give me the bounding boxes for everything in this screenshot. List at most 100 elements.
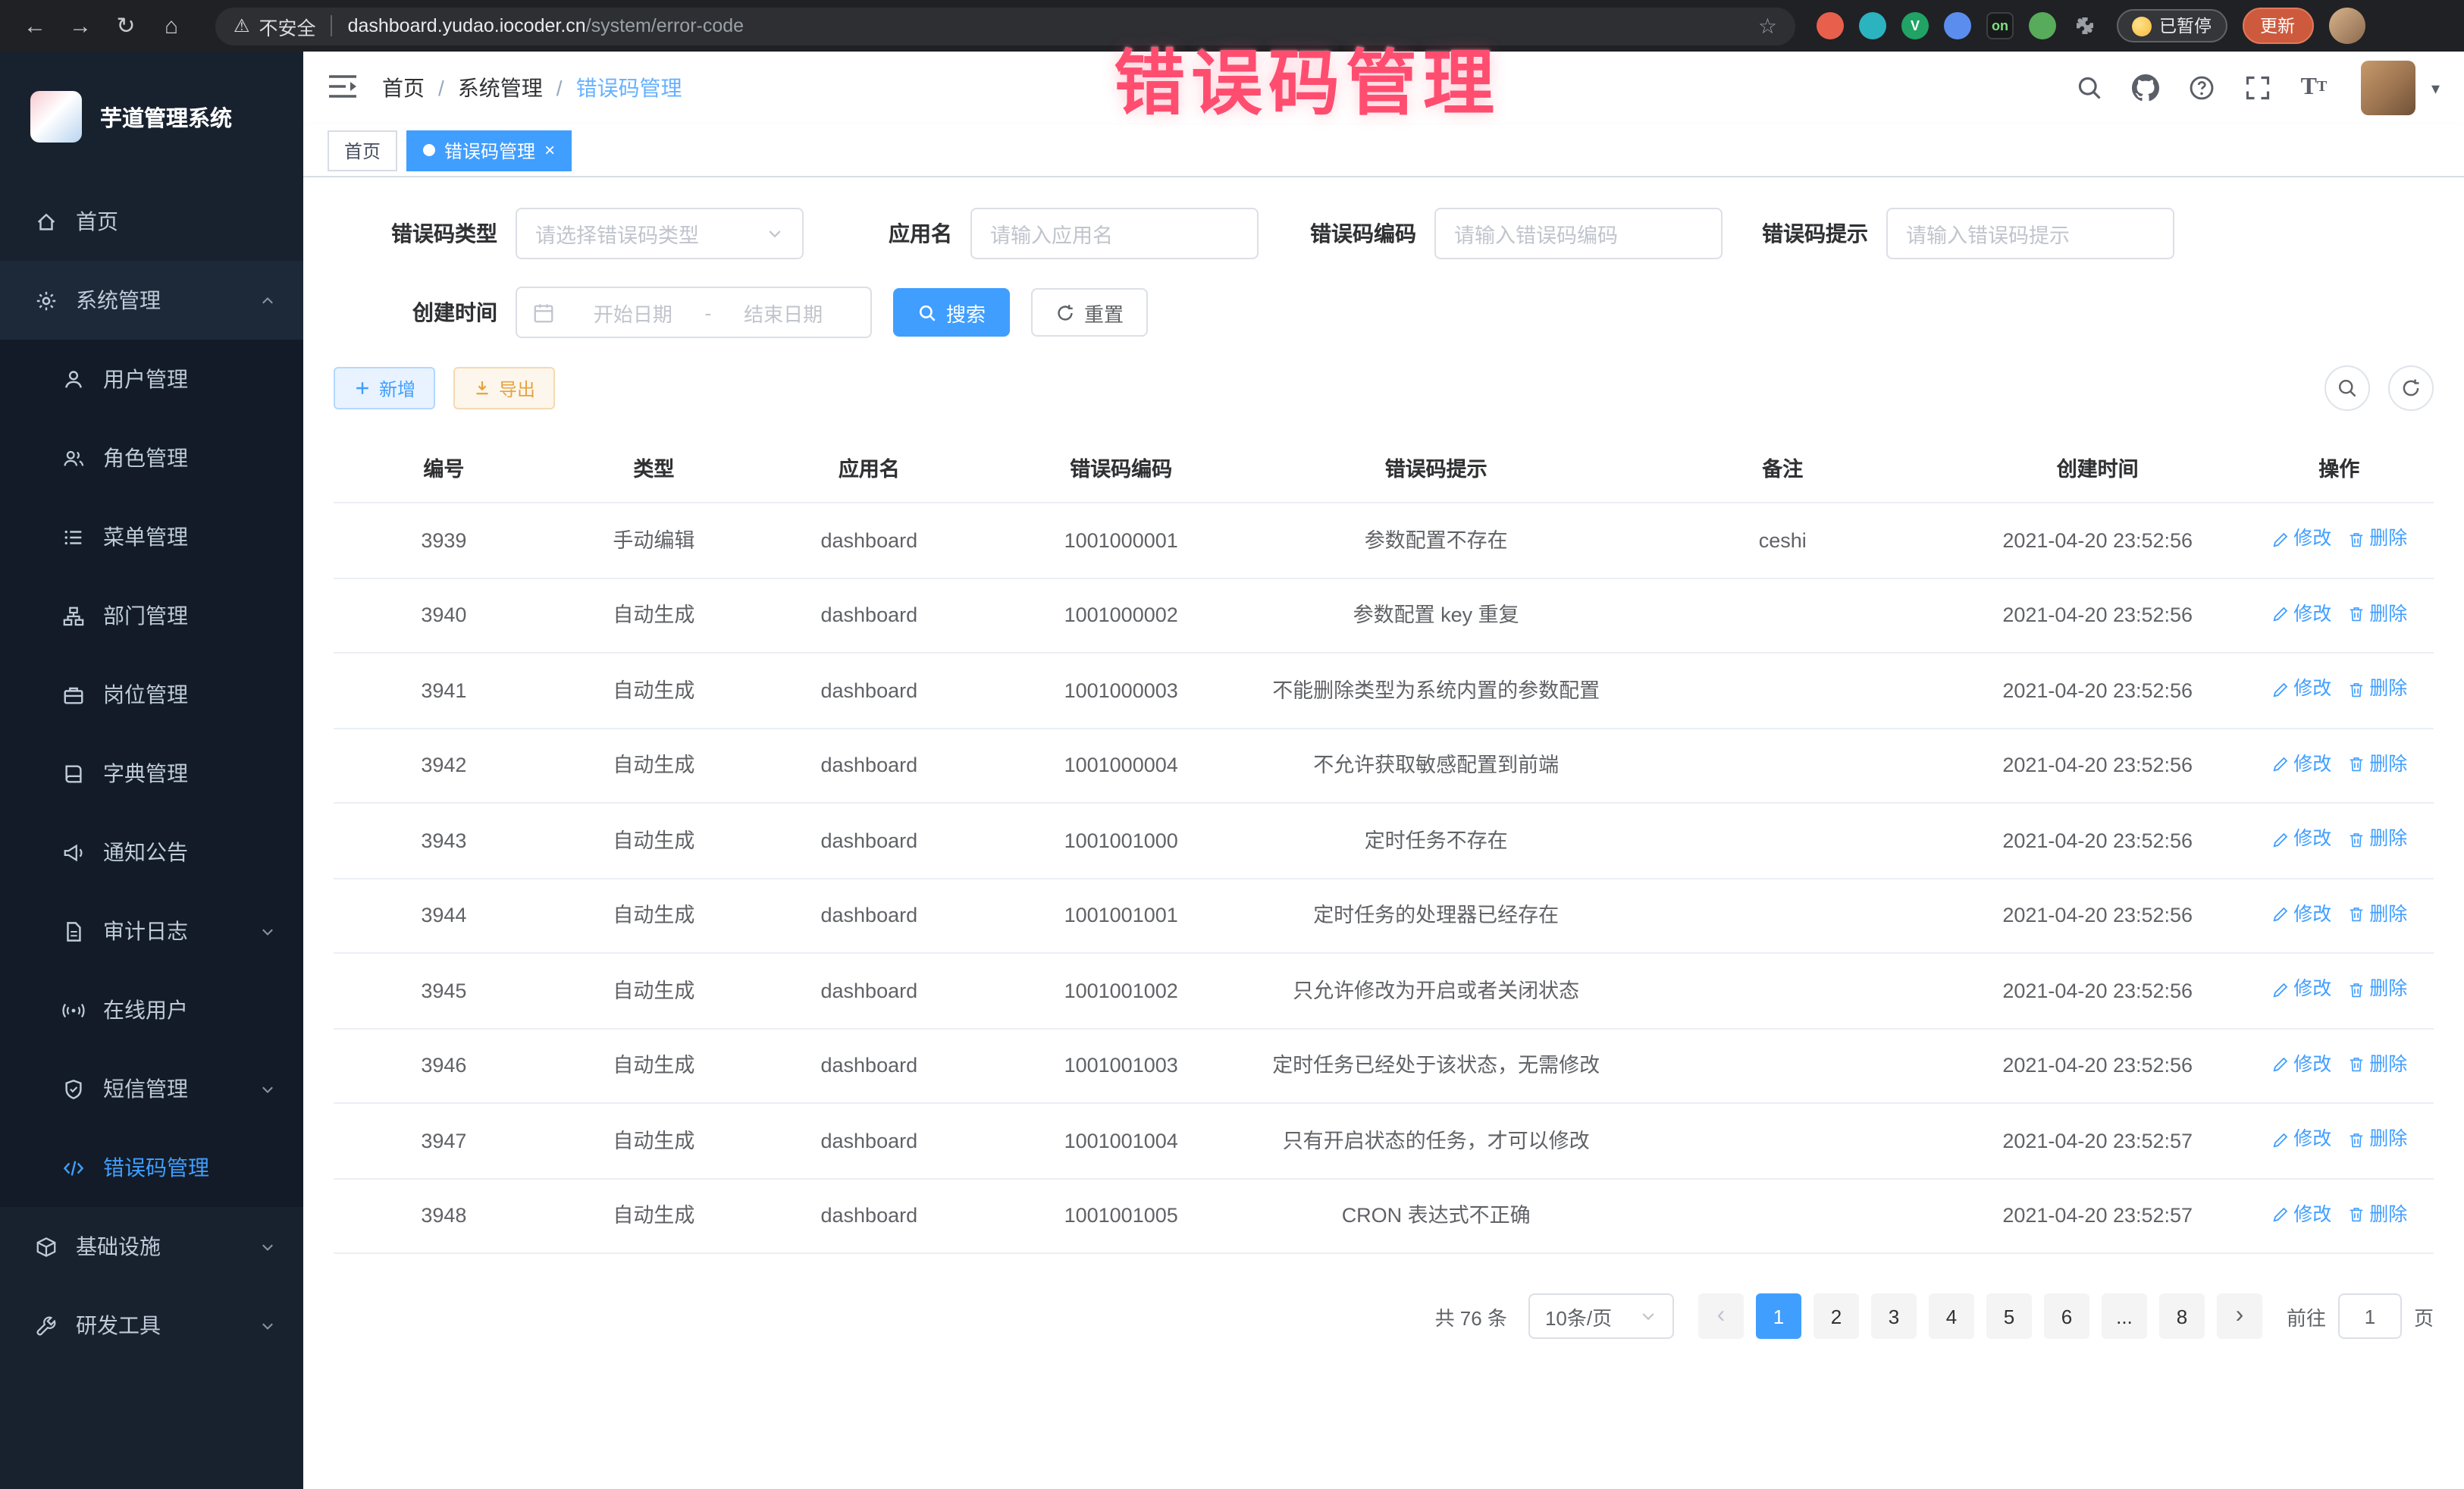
prev-page-button[interactable]: ‹: [1698, 1293, 1744, 1339]
sidebar-item-dict[interactable]: 字典管理: [0, 734, 303, 813]
font-size-icon[interactable]: TT: [2299, 74, 2328, 102]
range-separator: -: [705, 301, 712, 324]
refresh-button[interactable]: [2388, 365, 2434, 411]
sidebar-item-error-code[interactable]: 错误码管理: [0, 1128, 303, 1207]
error-code-input[interactable]: 请输入错误码编码: [1434, 208, 1723, 259]
sidebar-item-infra[interactable]: 基础设施: [0, 1207, 303, 1286]
cell-actions: 修改删除: [2245, 503, 2434, 578]
error-hint-input[interactable]: 请输入错误码提示: [1886, 208, 2174, 259]
sidebar-item-dept[interactable]: 部门管理: [0, 576, 303, 655]
people-icon[interactable]: [1944, 12, 1971, 39]
pager-page-5[interactable]: 5: [1986, 1293, 2032, 1339]
address-bar[interactable]: ⚠ 不安全 dashboard.yudao.iocoder.cn /system…: [215, 7, 1795, 45]
sidebar-item-audit-log[interactable]: 审计日志: [0, 892, 303, 970]
delete-link[interactable]: 删除: [2346, 825, 2407, 854]
error-type-select[interactable]: 请选择错误码类型: [516, 208, 804, 259]
drop-icon[interactable]: [1859, 12, 1886, 39]
paused-badge[interactable]: 已暂停: [2117, 9, 2227, 42]
bookmark-star-icon[interactable]: ☆: [1758, 13, 1777, 39]
delete-link[interactable]: 删除: [2346, 750, 2407, 779]
sidebar-item-notice[interactable]: 通知公告: [0, 813, 303, 892]
app-name-input[interactable]: 请输入应用名: [970, 208, 1259, 259]
v-icon[interactable]: V: [1901, 12, 1929, 39]
trash-icon: [2346, 605, 2365, 623]
sidebar-item-sms[interactable]: 短信管理: [0, 1049, 303, 1128]
reset-button[interactable]: 重置: [1031, 288, 1148, 337]
edit-link[interactable]: 修改: [2271, 750, 2331, 779]
edit-link[interactable]: 修改: [2271, 600, 2331, 629]
table-row: 3943自动生成dashboard1001001000定时任务不存在2021-0…: [334, 803, 2434, 878]
sidebar-item-dev-tools[interactable]: 研发工具: [0, 1286, 303, 1365]
adblock-icon[interactable]: [1817, 12, 1844, 39]
sidebar-item-menu[interactable]: 菜单管理: [0, 497, 303, 576]
delete-link[interactable]: 删除: [2346, 1200, 2407, 1229]
delete-link[interactable]: 删除: [2346, 1050, 2407, 1079]
delete-link[interactable]: 删除: [2346, 600, 2407, 629]
puzzle-icon[interactable]: [2071, 12, 2099, 39]
delete-link[interactable]: 删除: [2346, 675, 2407, 704]
export-button[interactable]: 导出: [453, 367, 555, 409]
sidebar-item-system[interactable]: 系统管理: [0, 261, 303, 340]
reload-icon[interactable]: ↻: [106, 6, 146, 45]
back-icon[interactable]: ←: [15, 6, 55, 45]
delete-link[interactable]: 删除: [2346, 525, 2407, 553]
pager-more[interactable]: ...: [2102, 1293, 2147, 1339]
sidebar-item-online-user[interactable]: 在线用户: [0, 970, 303, 1049]
edit-link[interactable]: 修改: [2271, 975, 2331, 1004]
pager-page-6[interactable]: 6: [2044, 1293, 2089, 1339]
sidebar-item-user[interactable]: 用户管理: [0, 340, 303, 418]
edit-link[interactable]: 修改: [2271, 1125, 2331, 1154]
forward-icon[interactable]: →: [61, 6, 100, 45]
browser-profile-avatar[interactable]: [2328, 8, 2365, 44]
pager-page-8[interactable]: 8: [2159, 1293, 2205, 1339]
user-avatar[interactable]: [2362, 61, 2416, 115]
cell-app: dashboard: [754, 503, 985, 578]
sidebar-item-role[interactable]: 角色管理: [0, 418, 303, 497]
delete-link[interactable]: 删除: [2346, 975, 2407, 1004]
edit-link[interactable]: 修改: [2271, 525, 2331, 553]
goto-page-input[interactable]: 1: [2338, 1293, 2402, 1339]
hamburger-icon[interactable]: [328, 73, 358, 103]
pager-page-2[interactable]: 2: [1814, 1293, 1859, 1339]
help-icon[interactable]: [2187, 74, 2216, 102]
cell-time: 2021-04-20 23:52:56: [1951, 578, 2245, 653]
add-button[interactable]: 新增: [334, 367, 435, 409]
search-button[interactable]: 搜索: [893, 288, 1010, 337]
pager-page-3[interactable]: 3: [1871, 1293, 1917, 1339]
megaphone-icon: [61, 840, 85, 864]
pager-page-4[interactable]: 4: [1929, 1293, 1974, 1339]
sidebar-item-home[interactable]: 首页: [0, 182, 303, 261]
breadcrumb-item[interactable]: 系统管理: [458, 73, 543, 103]
page-size-select[interactable]: 10条/页: [1528, 1293, 1674, 1339]
edit-link[interactable]: 修改: [2271, 900, 2331, 929]
github-icon[interactable]: [2131, 74, 2160, 102]
sidebar-item-post[interactable]: 岗位管理: [0, 655, 303, 734]
logo[interactable]: 芋道管理系统: [0, 52, 303, 182]
leaf-icon[interactable]: [2029, 12, 2056, 39]
edit-link[interactable]: 修改: [2271, 1050, 2331, 1079]
create-time-range-input[interactable]: 开始日期 - 结束日期: [516, 287, 872, 338]
vpn-on-icon[interactable]: on: [1986, 12, 2014, 39]
cell-id: 3940: [334, 578, 554, 653]
breadcrumb-item[interactable]: 首页: [382, 73, 425, 103]
delete-link[interactable]: 删除: [2346, 900, 2407, 929]
breadcrumb-item: 错误码管理: [576, 73, 682, 103]
breadcrumb: 首页/系统管理/错误码管理: [382, 73, 682, 103]
edit-link[interactable]: 修改: [2271, 825, 2331, 854]
cell-remark: ceshi: [1615, 503, 1951, 578]
next-page-button[interactable]: ›: [2217, 1293, 2262, 1339]
pager-page-1[interactable]: 1: [1756, 1293, 1801, 1339]
close-icon[interactable]: ×: [544, 141, 555, 159]
tab-error-code[interactable]: 错误码管理×: [406, 130, 572, 171]
home-icon[interactable]: ⌂: [152, 6, 191, 45]
tab-home[interactable]: 首页: [328, 130, 397, 171]
cell-type: 自动生成: [554, 728, 754, 803]
show-search-toggle-button[interactable]: [2324, 365, 2370, 411]
update-button[interactable]: 更新: [2242, 8, 2313, 44]
fullscreen-icon[interactable]: [2243, 74, 2272, 102]
delete-link[interactable]: 删除: [2346, 1125, 2407, 1154]
cell-hint: 只有开启状态的任务，才可以修改: [1258, 1103, 1615, 1178]
edit-link[interactable]: 修改: [2271, 675, 2331, 704]
search-icon[interactable]: [2075, 74, 2104, 102]
edit-link[interactable]: 修改: [2271, 1200, 2331, 1229]
